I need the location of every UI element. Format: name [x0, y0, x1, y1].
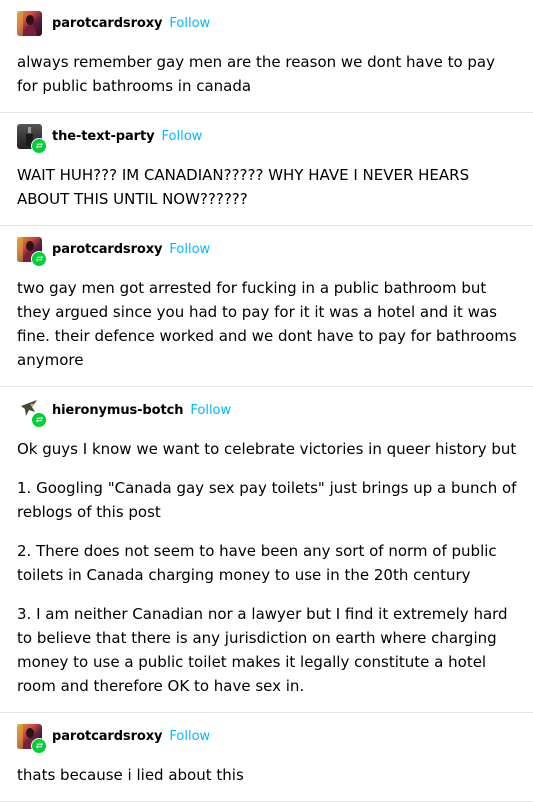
username[interactable]: parotcardsroxy	[52, 16, 162, 31]
post-header: parotcardsroxy Follow	[17, 236, 517, 267]
post: parotcardsroxy Follow always remember ga…	[0, 0, 533, 113]
username[interactable]: the-text-party	[52, 129, 155, 144]
avatar[interactable]	[17, 397, 47, 428]
follow-button[interactable]: Follow	[169, 242, 210, 257]
post-text: Ok guys I know we want to celebrate vict…	[17, 440, 517, 458]
post-text: two gay men got arrested for fucking in …	[17, 279, 517, 369]
post-text: 1. Googling "Canada gay sex pay toilets"…	[17, 479, 517, 521]
post: the-text-party Follow WAIT HUH??? IM CAN…	[0, 113, 533, 226]
reblog-badge-icon	[31, 137, 47, 154]
post: parotcardsroxy Follow two gay men got ar…	[0, 226, 533, 387]
avatar-figure-icon	[17, 10, 37, 36]
post-text: WAIT HUH??? IM CANADIAN????? WHY HAVE I …	[17, 166, 470, 208]
avatar[interactable]	[17, 123, 47, 154]
username[interactable]: parotcardsroxy	[52, 729, 162, 744]
reblog-icon	[35, 255, 43, 262]
reblog-icon	[35, 416, 43, 423]
avatar[interactable]	[17, 10, 42, 36]
reblog-icon	[35, 142, 43, 149]
post-text: always remember gay men are the reason w…	[17, 53, 496, 95]
post-header: hieronymus-botch Follow	[17, 397, 517, 428]
post-header: parotcardsroxy Follow	[17, 10, 517, 36]
reblog-badge-icon	[31, 411, 47, 428]
reblog-icon	[35, 742, 43, 749]
username[interactable]: hieronymus-botch	[52, 403, 183, 418]
username[interactable]: parotcardsroxy	[52, 242, 162, 257]
post-header: parotcardsroxy Follow	[17, 723, 517, 754]
post-text: 2. There does not seem to have been any …	[17, 542, 497, 584]
post-header: the-text-party Follow	[17, 123, 517, 154]
post: parotcardsroxy Follow thats because i li…	[0, 713, 533, 802]
follow-button[interactable]: Follow	[190, 403, 231, 418]
post: hieronymus-botch Follow Ok guys I know w…	[0, 387, 533, 713]
post-text: thats because i lied about this	[17, 766, 244, 784]
avatar[interactable]	[17, 236, 47, 267]
reblog-badge-icon	[31, 737, 47, 754]
avatar[interactable]	[17, 723, 47, 754]
post-text: 3. I am neither Canadian nor a lawyer bu…	[17, 605, 508, 695]
follow-button[interactable]: Follow	[169, 16, 210, 31]
follow-button[interactable]: Follow	[169, 729, 210, 744]
follow-button[interactable]: Follow	[162, 129, 203, 144]
reblog-badge-icon	[31, 250, 47, 267]
